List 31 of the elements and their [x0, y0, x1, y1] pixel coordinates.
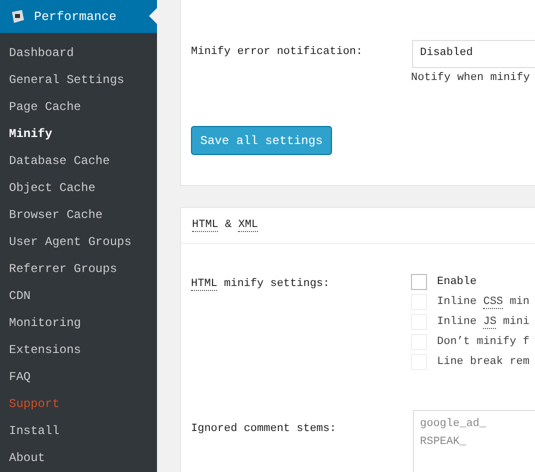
field-label: Ignored comment stems: — [191, 423, 338, 435]
sidebar-item[interactable]: Browser Cache — [0, 202, 157, 229]
checkbox-label: Inline CSS min — [437, 296, 530, 308]
ignored-stems-textarea[interactable]: google_ad_ RSPEAK_ — [413, 410, 535, 472]
sidebar-item[interactable]: Page Cache — [0, 94, 157, 121]
notification-select[interactable]: Disabled — [412, 40, 535, 68]
sidebar-item[interactable]: Object Cache — [0, 175, 157, 202]
checkbox-label: Inline JS mini — [437, 316, 530, 328]
sidebar-title: Performance — [34, 10, 117, 24]
checkbox[interactable] — [411, 274, 427, 290]
current-page-pointer — [149, 8, 157, 24]
sidebar-item[interactable]: Dashboard — [0, 40, 157, 67]
card-title: HTML & XML — [192, 219, 258, 232]
sidebar-item[interactable]: Referrer Groups — [0, 256, 157, 283]
sidebar-item[interactable]: Install — [0, 418, 157, 445]
sidebar-item[interactable]: Extensions — [0, 337, 157, 364]
field-label: Minify error notification: — [191, 46, 364, 58]
plugin-logo-icon — [10, 9, 25, 24]
sidebar-item[interactable]: Minify — [0, 121, 157, 148]
sidebar-item[interactable]: User Agent Groups — [0, 229, 157, 256]
help-text: Notify when minify — [411, 72, 531, 84]
sidebar-item[interactable]: Monitoring — [0, 310, 157, 337]
checkbox-label: Line break rem — [437, 356, 530, 368]
sidebar-item[interactable]: CDN — [0, 283, 157, 310]
checkbox-label: Don’t minify f — [437, 336, 530, 348]
sidebar-item[interactable]: General Settings — [0, 67, 157, 94]
field-label: HTML minify settings: — [191, 278, 331, 290]
sidebar-item[interactable]: FAQ — [0, 364, 157, 391]
checkbox-label: Enable — [437, 276, 477, 288]
sidebar-item[interactable]: About — [0, 445, 157, 472]
sidebar-item[interactable]: Database Cache — [0, 148, 157, 175]
